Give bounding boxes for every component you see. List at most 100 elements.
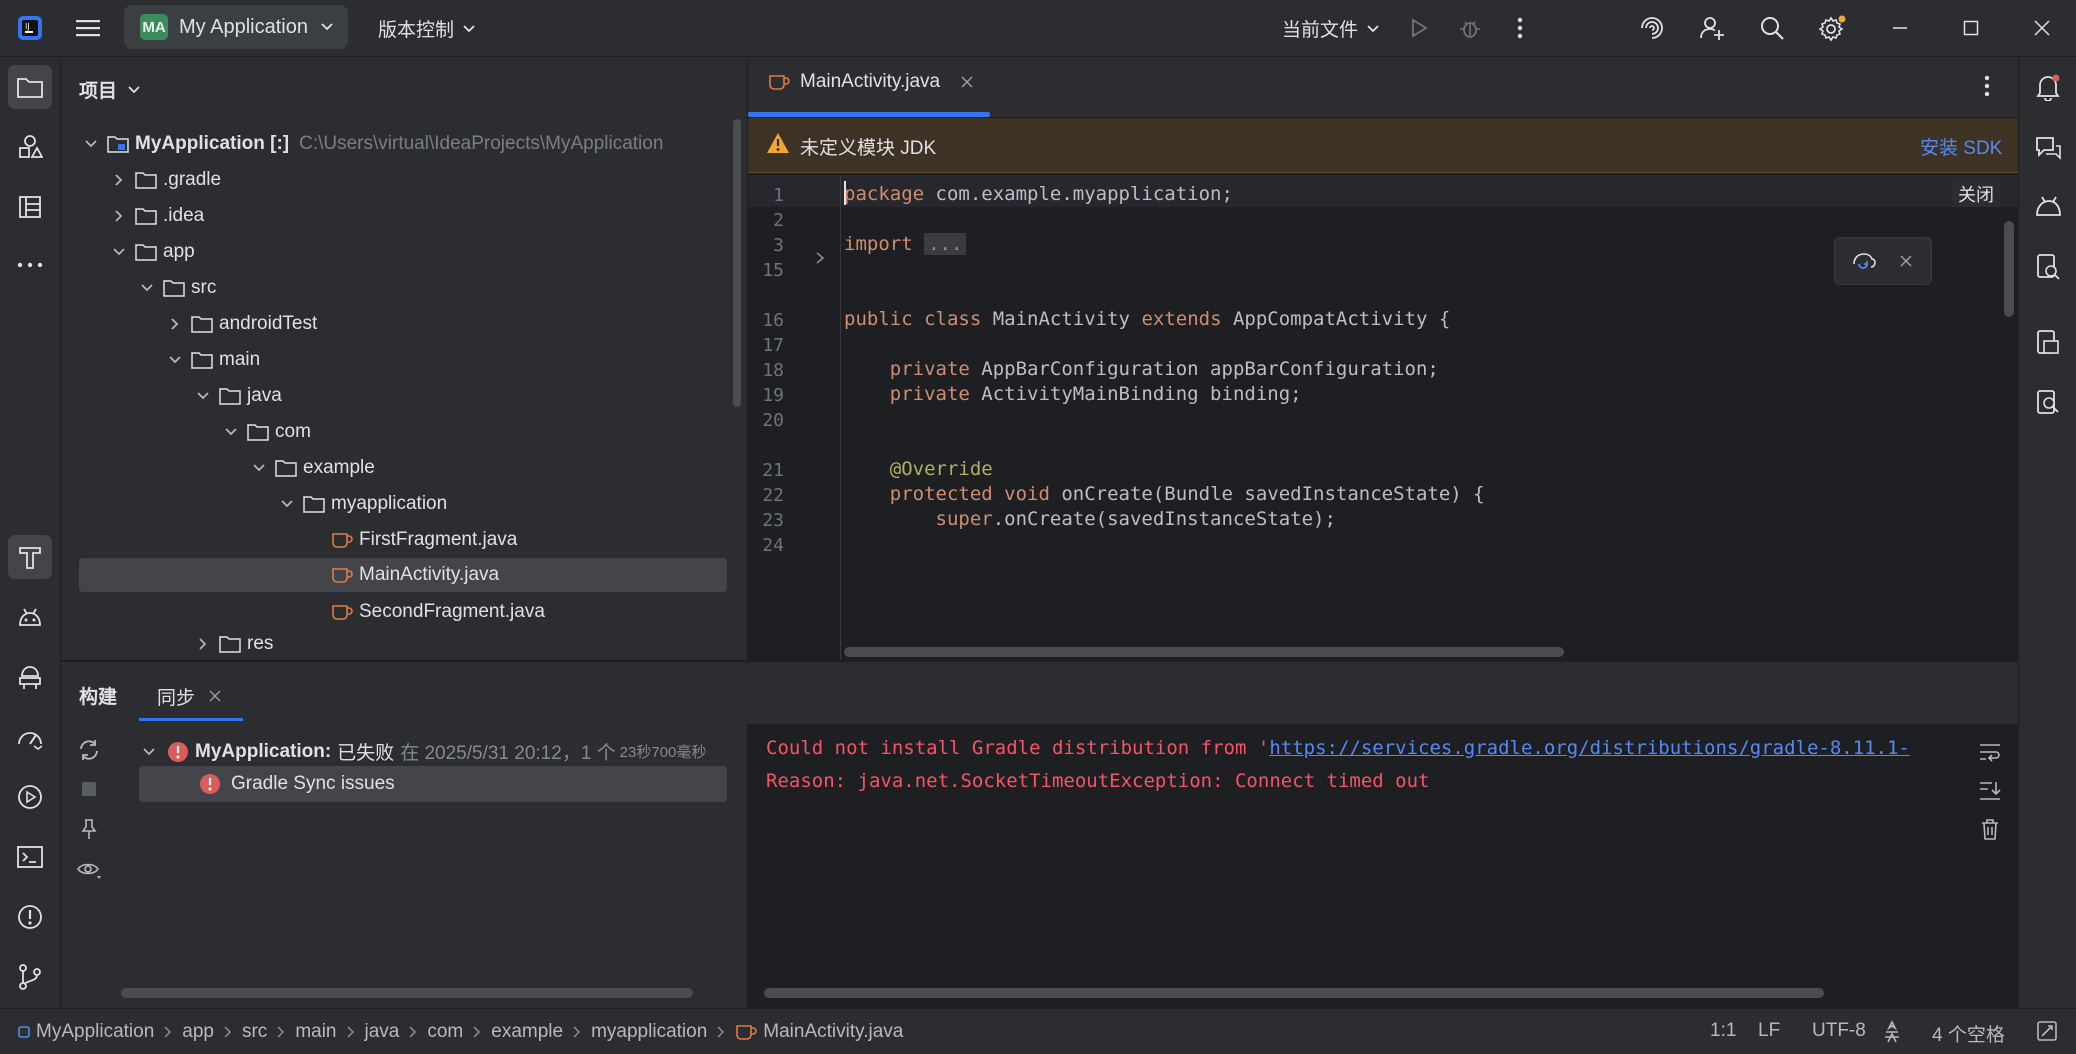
gradle-sync-issues-row[interactable]: Gradle Sync issues [139,766,727,802]
app-logo-icon[interactable]: IJ [14,12,46,44]
code-token: super [935,508,993,530]
breadcrumb-item[interactable]: myapplication [591,1021,707,1043]
breadcrumb-item[interactable]: main [295,1021,336,1043]
tree-item-mainactivity[interactable]: MainActivity.java [79,558,727,592]
line-separator[interactable]: LF [1758,1020,1780,1042]
tree-item-gradle[interactable]: .gradle [111,163,221,197]
read-only-lock-icon[interactable] [2036,1020,2058,1042]
resource-manager-shapes-icon[interactable] [8,125,52,169]
tree-item-androidtest[interactable]: androidTest [167,307,317,341]
fold-expand-icon[interactable] [814,251,826,265]
debug-icon[interactable] [1454,12,1486,44]
tab-build[interactable]: 构建 [79,682,117,709]
stop-icon[interactable] [82,782,96,796]
tree-item-com[interactable]: com [223,415,311,449]
breadcrumb-item[interactable]: src [242,1021,267,1043]
pin-icon[interactable] [79,818,99,840]
build-tree-horizontal-scrollbar[interactable] [121,988,693,998]
folded-imports[interactable]: ... [924,233,967,255]
tree-item-secondfragment[interactable]: SecondFragment.java [331,595,545,629]
terminal-icon[interactable] [8,835,52,879]
install-sdk-link[interactable]: 安装 SDK [1920,133,2002,160]
minimize-icon[interactable] [1884,12,1916,44]
tree-item-app[interactable]: app [111,235,195,269]
soft-wrap-icon[interactable] [1978,742,2002,762]
more-actions-icon[interactable] [1506,12,1534,44]
tab-sync[interactable]: 同步 [139,672,243,720]
android-logcat-icon[interactable] [8,595,52,639]
structure-icon[interactable] [8,185,52,229]
close-tab-icon[interactable] [209,690,221,702]
close-window-icon[interactable] [2026,12,2058,44]
tree-item-myapplication[interactable]: myapplication [279,487,447,521]
app-inspection-icon[interactable] [2026,245,2070,289]
build-hammer-icon[interactable] [8,535,52,579]
tree-item-firstfragment[interactable]: FirstFragment.java [331,523,517,557]
close-tab-icon[interactable] [960,75,974,89]
breadcrumb-item[interactable]: MyApplication [36,1021,154,1043]
editor-more-icon[interactable] [1984,75,1990,97]
chevron-down-icon [225,428,237,436]
editor-horizontal-scrollbar[interactable] [844,647,1564,657]
gemini-chat-icon[interactable] [2026,125,2070,169]
add-user-icon[interactable] [1696,12,1728,44]
inspection-profile-icon[interactable] [1882,1020,1902,1044]
settings-gear-icon[interactable] [1816,12,1848,44]
project-view-selector[interactable]: 项目 [79,76,141,103]
console-horizontal-scrollbar[interactable] [764,988,1824,998]
running-devices-icon[interactable] [2026,185,2070,229]
device-file-explorer-icon[interactable] [2026,321,2070,365]
console-output[interactable]: Could not install Gradle distribution fr… [766,732,1966,798]
problems-icon[interactable] [8,895,52,939]
build-result-row[interactable]: MyApplication: 已失败 在 2025/5/31 20:12，1 个… [141,738,706,765]
trash-icon[interactable] [1980,818,2000,840]
tree-item-idea[interactable]: .idea [111,199,204,233]
tree-item-res[interactable]: res [195,629,273,659]
layout-inspector-icon[interactable] [2026,381,2070,425]
project-tree-scrollbar[interactable] [733,119,741,407]
tree-item-main[interactable]: main [167,343,260,377]
run-config-selector[interactable]: 当前文件 [1282,15,1380,42]
run-tool-icon[interactable] [8,775,52,819]
breadcrumb-item[interactable]: app [182,1021,214,1043]
profiler-gauge-icon[interactable] [8,715,52,759]
run-icon[interactable] [1403,12,1435,44]
file-encoding[interactable]: UTF-8 [1812,1020,1866,1042]
editor-vertical-scrollbar[interactable] [2004,221,2014,317]
line-number: 20 [762,410,784,431]
more-tools-icon[interactable] [8,243,52,287]
tree-item-java[interactable]: java [195,379,282,413]
ai-assistant-icon[interactable] [1636,12,1668,44]
resync-icon[interactable] [77,738,101,762]
caret-position[interactable]: 1:1 [1710,1020,1736,1042]
vcs-menu[interactable]: 版本控制 [378,15,476,42]
git-branch-icon[interactable] [8,955,52,999]
scroll-to-end-icon[interactable] [1978,780,2002,802]
close-popup-icon[interactable] [1899,254,1913,268]
search-icon[interactable] [1756,12,1788,44]
gradle-sync-icon[interactable] [1851,250,1877,272]
project-switcher[interactable]: MA My Application [124,5,348,49]
notifications-bell-icon[interactable] [2026,65,2070,109]
device-manager-icon[interactable] [8,655,52,699]
main-menu-icon[interactable] [72,12,104,44]
tree-root-myapplication[interactable]: MyApplication [:] C:\Users\virtual\IdeaP… [83,127,663,161]
eye-icon[interactable] [77,860,103,880]
code-area[interactable]: 1 package com.example.myapplication; 2 3 imp… [748,175,1998,660]
tree-item-label: app [163,241,195,262]
code-token: private [889,383,970,405]
breadcrumb-item[interactable]: com [427,1021,463,1043]
tab-mainactivity[interactable]: MainActivity.java [768,71,974,93]
breadcrumb-item[interactable]: java [365,1021,400,1043]
project-tool-folder-icon[interactable] [8,65,52,109]
breadcrumb-item[interactable]: MainActivity.java [763,1021,903,1043]
tree-item-example[interactable]: example [251,451,375,485]
indent-setting[interactable]: 4 个空格 [1932,1020,2005,1047]
breadcrumb-item[interactable]: example [491,1021,563,1043]
gradle-distribution-link[interactable]: https://services.gradle.org/distribution… [1269,737,1910,759]
tree-item-src[interactable]: src [139,271,216,305]
tree-item-label: .idea [163,205,205,226]
build-result-status: 已失败 [337,743,395,764]
maximize-icon[interactable] [1955,12,1987,44]
